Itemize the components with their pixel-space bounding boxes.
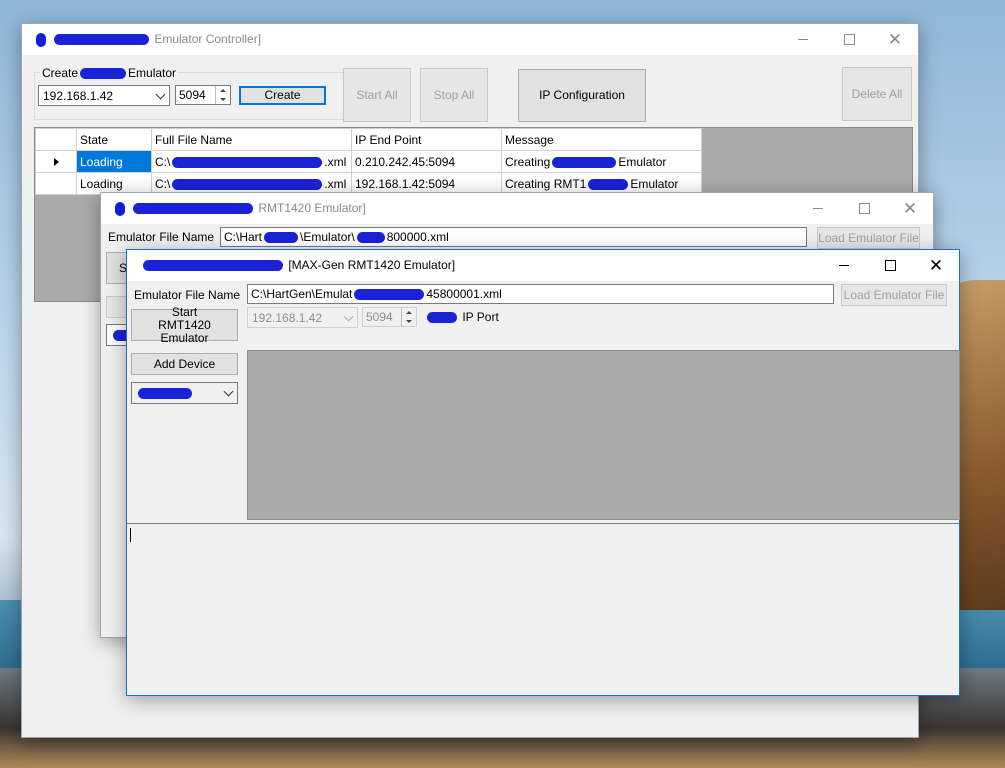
emulator-front-window-controls: ✕ bbox=[821, 250, 959, 281]
column-header-file[interactable]: Full File Name bbox=[151, 128, 352, 151]
ip-configuration-button[interactable]: IP Configuration bbox=[518, 69, 646, 122]
row-header-corner bbox=[35, 128, 77, 151]
redacted-text bbox=[143, 260, 283, 272]
table-row[interactable]: Loading C:\ .xml 0.210.242.45:5094 Creati… bbox=[35, 150, 702, 173]
minimize-icon[interactable] bbox=[795, 193, 841, 224]
load-emulator-file-button[interactable]: Load Emulator File bbox=[817, 227, 920, 249]
cell-message[interactable]: Creating Emulator bbox=[501, 150, 702, 173]
chevron-down-icon bbox=[343, 311, 354, 322]
emulator-front-title: [MAX-Gen RMT1420 Emulator] bbox=[141, 258, 455, 272]
emulator-back-title: RMT1420 Emulator] bbox=[115, 201, 366, 216]
table-header-row: State Full File Name IP End Point Messag… bbox=[35, 128, 702, 151]
close-icon[interactable]: ✕ bbox=[913, 250, 959, 281]
ip-port-label: IP Port bbox=[425, 310, 499, 324]
app-icon bbox=[115, 201, 125, 216]
spin-arrows-icon[interactable] bbox=[215, 86, 230, 104]
emulator-window-front: [MAX-Gen RMT1420 Emulator] ✕ Emulator Fi… bbox=[126, 249, 960, 696]
minimize-icon[interactable] bbox=[780, 24, 826, 55]
maximize-icon[interactable] bbox=[826, 24, 872, 55]
emulator-file-label: Emulator File Name bbox=[134, 288, 241, 302]
cell-state[interactable]: Loading bbox=[76, 150, 152, 173]
start-all-button[interactable]: Start All bbox=[343, 68, 411, 122]
start-emulator-button[interactable]: Start RMT1420 Emulator bbox=[131, 305, 238, 344]
device-type-select[interactable] bbox=[131, 382, 238, 404]
emulator-front-titlebar[interactable]: [MAX-Gen RMT1420 Emulator] ✕ bbox=[127, 250, 959, 281]
emulator-back-titlebar[interactable]: RMT1420 Emulator] ✕ bbox=[101, 193, 933, 224]
create-button[interactable]: Create bbox=[239, 86, 326, 105]
log-textarea[interactable] bbox=[127, 523, 959, 695]
emulator-file-label: Emulator File Name bbox=[108, 230, 215, 244]
row-selector[interactable] bbox=[35, 150, 77, 173]
controller-titlebar[interactable]: Emulator Controller] ✕ bbox=[22, 24, 918, 55]
cell-ip[interactable]: 0.210.242.45:5094 bbox=[351, 150, 502, 173]
load-emulator-file-button[interactable]: Load Emulator File bbox=[841, 284, 947, 306]
emulator-port-stepper[interactable]: 5094 bbox=[362, 307, 417, 327]
device-select-value bbox=[138, 388, 192, 400]
device-panel bbox=[247, 350, 960, 520]
controller-title: Emulator Controller] bbox=[36, 32, 261, 47]
emulator-file-input[interactable]: C:\Hart \Emulator\ 800000.xml bbox=[220, 227, 807, 247]
port-stepper[interactable]: 5094 bbox=[175, 85, 231, 105]
ip-address-select[interactable]: 192.168.1.42 bbox=[38, 85, 170, 106]
emulator-file-input[interactable]: C:\HartGen\Emulat 45800001.xml bbox=[247, 284, 834, 304]
app-icon bbox=[36, 32, 46, 47]
maximize-icon[interactable] bbox=[867, 250, 913, 281]
delete-all-button[interactable]: Delete All bbox=[842, 67, 912, 121]
emulator-ip-select[interactable]: 192.168.1.42 bbox=[247, 307, 358, 328]
close-icon[interactable]: ✕ bbox=[887, 193, 933, 224]
column-header-ip[interactable]: IP End Point bbox=[351, 128, 502, 151]
cell-file[interactable]: C:\ .xml bbox=[151, 150, 352, 173]
redacted-text bbox=[54, 34, 149, 46]
column-header-state[interactable]: State bbox=[76, 128, 152, 151]
text-caret bbox=[130, 528, 131, 542]
add-device-button[interactable]: Add Device bbox=[131, 353, 238, 375]
redacted-text bbox=[133, 203, 253, 215]
create-emulator-group-label: Create Emulator bbox=[40, 66, 179, 80]
chevron-down-icon bbox=[155, 89, 166, 100]
controller-window-controls: ✕ bbox=[780, 24, 918, 55]
chevron-down-icon bbox=[223, 386, 234, 397]
spin-arrows-icon[interactable] bbox=[401, 308, 416, 326]
close-icon[interactable]: ✕ bbox=[872, 24, 918, 55]
minimize-icon[interactable] bbox=[821, 250, 867, 281]
emulator-back-window-controls: ✕ bbox=[795, 193, 933, 224]
stop-all-button[interactable]: Stop All bbox=[420, 68, 488, 122]
maximize-icon[interactable] bbox=[841, 193, 887, 224]
emulator-table: State Full File Name IP End Point Messag… bbox=[35, 128, 702, 195]
current-row-icon bbox=[53, 157, 59, 166]
column-header-message[interactable]: Message bbox=[501, 128, 702, 151]
row-selector[interactable] bbox=[35, 172, 77, 195]
